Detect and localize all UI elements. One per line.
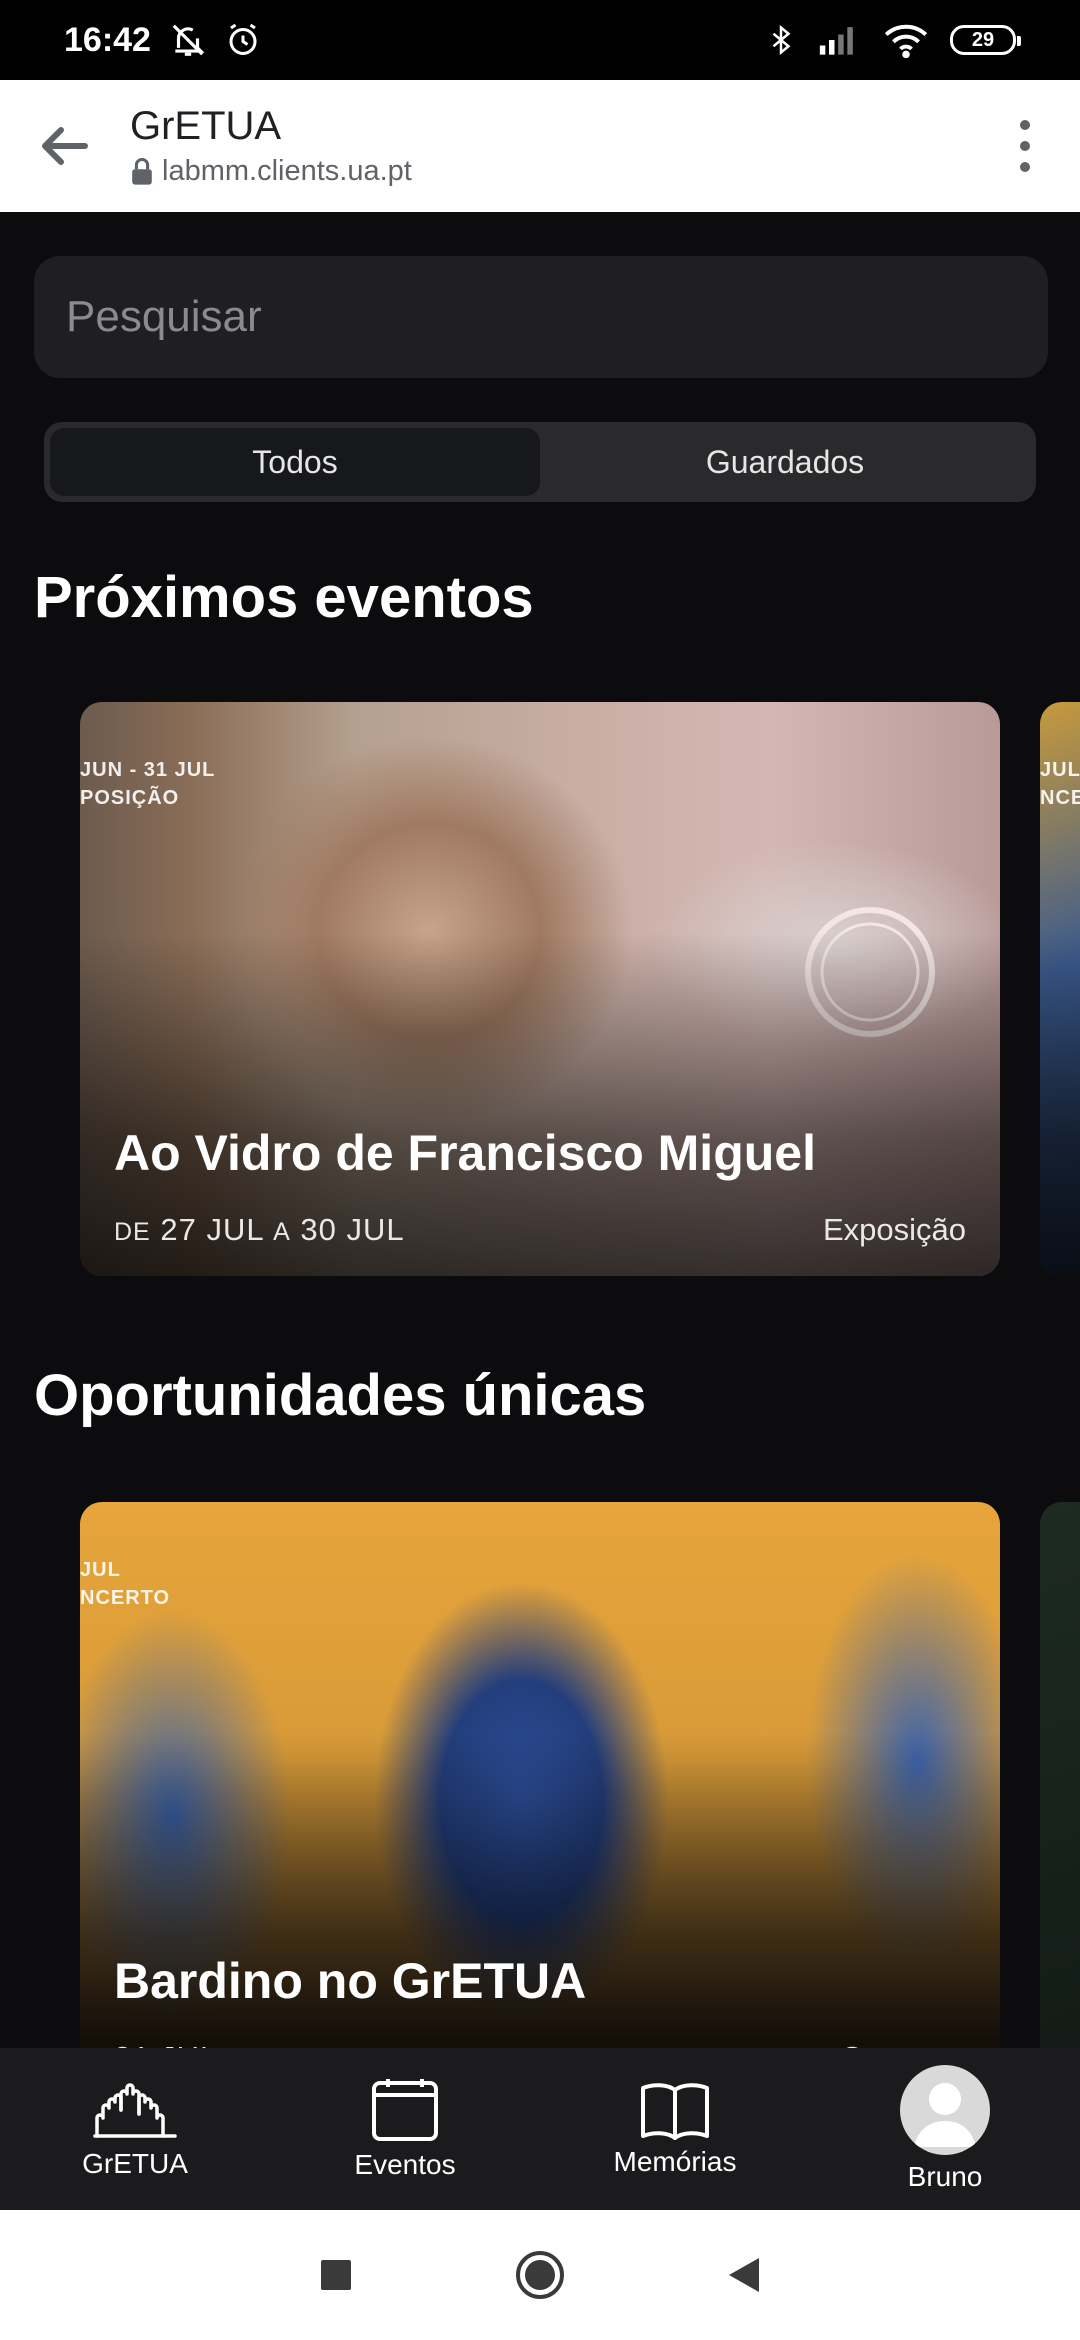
- nav-label: Memórias: [613, 2146, 737, 2177]
- filter-tabs: Todos Guardados: [44, 422, 1036, 502]
- date-from: 27 JUL: [160, 1212, 264, 1247]
- event-card-tag-line: JUL: [80, 1559, 121, 1581]
- status-time: 16:42: [64, 20, 151, 59]
- nav-item-profile[interactable]: Bruno: [810, 2048, 1080, 2210]
- nav-label: GrETUA: [82, 2148, 188, 2179]
- search-placeholder: Pesquisar: [66, 292, 262, 341]
- back-nav-icon[interactable]: [726, 2255, 762, 2295]
- event-card-peek[interactable]: JUL NCE: [1040, 702, 1080, 1276]
- date-separator: A: [273, 1218, 291, 1246]
- event-card-title: Ao Vidro de Francisco Miguel: [114, 1125, 816, 1181]
- book-icon: [641, 2083, 709, 2140]
- bluetooth-icon: [772, 24, 791, 56]
- calendar-icon: [372, 2079, 438, 2141]
- battery-indicator: 29: [950, 25, 1021, 55]
- event-card[interactable]: JUL NCERTO Bardino no GrETUA 31 JUL Conc…: [80, 1502, 1000, 2048]
- tab-todos[interactable]: Todos: [50, 428, 540, 496]
- home-icon[interactable]: [514, 2249, 566, 2301]
- date-to: 30 JUL: [300, 1212, 405, 1247]
- arrow-left-icon: [42, 127, 88, 165]
- wifi-icon: [884, 24, 928, 58]
- tab-guardados[interactable]: Guardados: [540, 428, 1030, 496]
- menu-dot: [1020, 120, 1030, 130]
- section-title-unique: Oportunidades únicas: [34, 1363, 647, 1428]
- mute-icon: [172, 24, 205, 56]
- event-card-tag-line: JUN - 31 JUL: [80, 759, 216, 781]
- event-card-title: Bardino no GrETUA: [114, 1953, 587, 2009]
- browser-bar: GrETUA labmm.clients.ua.pt: [0, 80, 1080, 212]
- menu-dot: [1020, 162, 1030, 172]
- overflow-menu-button[interactable]: [1010, 120, 1040, 172]
- event-card-peek[interactable]: [1040, 1502, 1080, 2048]
- event-card-tag: JUN - 31 JUL POSIÇÃO: [80, 756, 215, 812]
- battery-level: 29: [971, 28, 995, 51]
- user-icon: [914, 2083, 976, 2147]
- browser-url[interactable]: labmm.clients.ua.pt: [162, 155, 412, 188]
- nav-label: Bruno: [907, 2161, 983, 2192]
- page-content: Pesquisar Todos Guardados Próximos event…: [0, 212, 1080, 2048]
- event-card-tag-line: POSIÇÃO: [80, 787, 180, 809]
- event-card-type: Exposição: [822, 1212, 966, 1247]
- event-card-tag-line: JUL: [1040, 759, 1080, 781]
- avatar: [900, 2065, 990, 2155]
- event-card-type: Concerto: [840, 2040, 966, 2048]
- bottom-navigation: GrETUA Eventos Memórias Bruno: [0, 2048, 1080, 2210]
- event-card-tag: JUL NCERTO: [80, 1556, 170, 1612]
- event-card-tag-line: NCERTO: [80, 1587, 171, 1609]
- signal-icon: [819, 27, 853, 55]
- event-card-tag-line: NCE: [1040, 787, 1080, 809]
- search-input[interactable]: Pesquisar: [34, 256, 1048, 378]
- recents-icon[interactable]: [318, 2257, 354, 2293]
- event-card-tag: JUL NCE: [1040, 756, 1080, 812]
- event-card-image: [1040, 1502, 1080, 2048]
- nav-item-gretua[interactable]: GrETUA: [0, 2048, 270, 2210]
- browser-title: GrETUA: [130, 104, 282, 148]
- event-card-date: 31 JUL: [114, 2040, 218, 2048]
- status-bar: 16:42 29: [0, 0, 1080, 80]
- section-title-upcoming: Próximos eventos: [34, 565, 534, 630]
- system-navigation-bar: [0, 2210, 1080, 2340]
- lock-icon: [132, 157, 152, 185]
- hands-icon: [93, 2083, 177, 2138]
- alarm-icon: [229, 23, 257, 55]
- card-shade: [1040, 931, 1080, 1276]
- nav-item-eventos[interactable]: Eventos: [270, 2048, 540, 2210]
- menu-dot: [1020, 141, 1030, 151]
- event-card[interactable]: JUN - 31 JUL POSIÇÃO Ao Vidro de Francis…: [80, 702, 1000, 1276]
- back-button[interactable]: [0, 80, 130, 212]
- nav-label: Eventos: [354, 2149, 456, 2180]
- event-card-date: DE 27 JUL A 30 JUL: [114, 1212, 405, 1248]
- nav-item-memorias[interactable]: Memórias: [540, 2048, 810, 2210]
- date-prefix: DE: [114, 1218, 151, 1246]
- unique-opportunities-carousel[interactable]: JUL NCERTO Bardino no GrETUA 31 JUL Conc…: [0, 1502, 1080, 2048]
- upcoming-events-carousel[interactable]: JUN - 31 JUL POSIÇÃO Ao Vidro de Francis…: [0, 702, 1080, 1276]
